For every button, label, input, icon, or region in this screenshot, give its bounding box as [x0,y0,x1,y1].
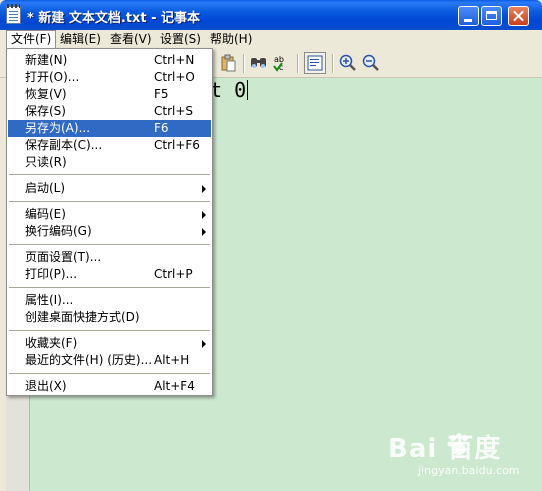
menu-separator [9,174,210,175]
menu-bar: 文件(F) 编辑(E) 查看(V) 设置(S) 帮助(H) [0,30,542,49]
maximize-button[interactable] [481,6,502,26]
menu-help[interactable]: 帮助(H) [206,31,256,48]
paw-icon [447,433,468,455]
zoom-out-icon[interactable] [362,54,380,72]
submenu-arrow-icon [202,340,206,348]
spell-check-icon[interactable]: ab c [273,54,291,72]
menu-item-properties[interactable]: 属性(I)... [8,292,211,309]
menu-item-favorites[interactable]: 收藏夹(F) [8,335,211,352]
menu-item-read-only[interactable]: 只读(R) [8,154,211,171]
toolbar-separator [243,54,245,73]
menu-item-save[interactable]: 保存(S) Ctrl+S [8,103,211,120]
menu-separator [9,244,210,245]
menu-item-save-copy[interactable]: 保存副本(C)... Ctrl+F6 [8,137,211,154]
watermark: Bai 百度 jingyan.baidu.com [388,428,538,488]
window-title: * 新建 文本文档.txt - 记事本 [27,11,201,26]
notepad-icon[interactable] [6,4,21,24]
menu-item-launch[interactable]: 启动(L) [8,180,211,197]
text-caret [247,80,249,100]
menu-item-save-as[interactable]: 另存为(A)... F6 [8,120,211,137]
submenu-arrow-icon [202,211,206,219]
zoom-in-icon[interactable] [339,54,357,72]
find-icon[interactable] [250,54,268,72]
word-wrap-toggle[interactable] [304,52,326,74]
submenu-arrow-icon [202,228,206,236]
minimize-button[interactable] [458,6,479,26]
menu-item-print[interactable]: 打印(P)... Ctrl+P [8,266,211,283]
menu-item-page-setup[interactable]: 页面设置(T)... [8,249,211,266]
menu-separator [9,201,210,202]
close-button[interactable] [508,6,529,26]
menu-item-revert[interactable]: 恢复(V) F5 [8,86,211,103]
menu-item-line-ending[interactable]: 换行编码(G) [8,223,211,240]
menu-separator [9,330,210,331]
submenu-arrow-icon [202,185,206,193]
title-bar[interactable]: * 新建 文本文档.txt - 记事本 [0,0,542,30]
toolbar-separator [332,54,334,73]
menu-item-encoding[interactable]: 编码(E) [8,206,211,223]
menu-separator [9,287,210,288]
menu-separator [9,373,210,374]
word-wrap-icon [307,55,323,71]
paste-icon[interactable] [219,54,237,72]
menu-settings[interactable]: 设置(S) [156,31,205,48]
menu-view[interactable]: 查看(V) [106,31,156,48]
menu-item-create-shortcut[interactable]: 创建桌面快捷方式(D) [8,309,211,326]
menu-item-exit[interactable]: 退出(X) Alt+F4 [8,378,211,395]
menu-item-new[interactable]: 新建(N) Ctrl+N [8,52,211,69]
watermark-url: jingyan.baidu.com [418,464,520,477]
menu-item-open[interactable]: 打开(O)... Ctrl+O [8,69,211,86]
menu-file[interactable]: 文件(F) [6,30,57,49]
toolbar-separator [297,54,299,73]
file-menu-dropdown: 新建(N) Ctrl+N 打开(O)... Ctrl+O 恢复(V) F5 保存(S)… [6,48,213,396]
menu-item-recent-files[interactable]: 最近的文件(H) (历史)... Alt+H [8,352,211,369]
editor-text: t 0 [210,78,249,102]
menu-edit[interactable]: 编辑(E) [56,31,105,48]
watermark-logo: Bai 百度 [388,434,502,464]
